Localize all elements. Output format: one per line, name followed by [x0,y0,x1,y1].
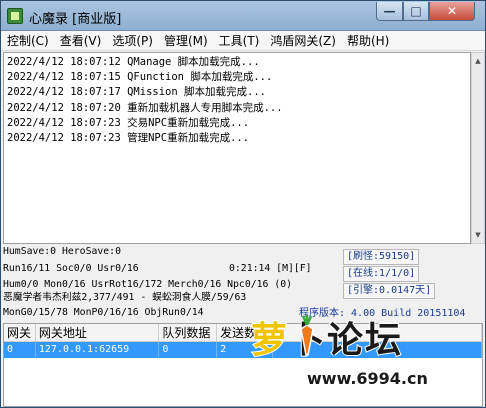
cell-queue: 0 [159,342,218,358]
log-panel[interactable]: 2022/4/12 18:07:12 QManage 脚本加载完成... 202… [3,52,471,244]
menu-gateway[interactable]: 鸿盾网关(Z) [264,31,341,51]
menu-tools[interactable]: 工具(T) [213,31,265,51]
column-gateway[interactable]: 网关 [4,324,36,341]
mong-text: MonG0/15/78 MonP0/16/16 ObjRun0/14 [3,307,204,318]
humsave-text: HumSave:0 HeroSave:0 [3,246,121,257]
online-badge: [在线:1/1/0] [343,266,420,282]
log-line: 2022/4/12 18:07:12 QManage 脚本加载完成... [7,56,260,68]
menu-help[interactable]: 帮助(H) [341,31,394,51]
log-line: 2022/4/12 18:07:15 QFunction 脚本加载完成... [7,71,273,84]
watermark-title-a: 萝 [250,319,290,362]
log-scrollbar[interactable]: ▲ ▼ [471,52,485,244]
menu-bar: 控制(C) 查看(V) 选项(P) 管理(M) 工具(T) 鸿盾网关(Z) 帮助… [1,31,485,51]
cell-gateway: 0 [4,342,36,358]
run-text: Run16/11 Soc0/0 Usr0/16 [3,263,139,274]
monster-text: 恶魔学者韦杰利兹2,377/491 - 蜈蚣洞食人膜/59/63 [3,292,247,303]
engine-badge: [引擎:0.0147天] [343,283,436,299]
watermark-title: 萝卜论坛 [250,311,403,363]
scroll-down-icon[interactable]: ▼ [472,228,484,242]
app-window: 心魔录 [商业版] — □ ✕ 控制(C) 查看(V) 选项(P) 管理(M) … [0,0,486,408]
column-address[interactable]: 网关地址 [36,324,160,341]
carrot-icon [300,315,314,356]
hum-text: Hum0/0 Mon0/16 UsrRot16/172 Merch0/16 Np… [3,279,293,290]
uptime-text: 0:21:14 [M][F] [229,263,312,274]
menu-options[interactable]: 选项(P) [106,31,158,51]
menu-manage[interactable]: 管理(M) [158,31,213,51]
menu-control[interactable]: 控制(C) [1,31,54,51]
title-bar[interactable]: 心魔录 [商业版] — □ ✕ [1,1,485,31]
watermark: 萝卜论坛 www.6994.cn [245,311,485,407]
log-line: 2022/4/12 18:07:20 重新加载机器人专用脚本完成... [7,101,283,114]
cell-address: 127.0.0.1:62659 [36,342,160,358]
maximize-button[interactable]: □ [403,2,429,21]
app-icon [7,8,23,24]
column-queue[interactable]: 队列数据 [159,324,218,341]
watermark-url: www.6994.cn [307,369,428,388]
minimize-button[interactable]: — [376,2,403,21]
log-line: 2022/4/12 18:07:23 交易NPC重新加载完成... [7,116,250,129]
log-line: 2022/4/12 18:07:17 QMission 脚本加载完成... [7,86,266,99]
close-button[interactable]: ✕ [429,2,475,21]
menu-view[interactable]: 查看(V) [54,31,107,51]
refresh-badge: [刷怪:59150] [343,249,420,265]
scroll-up-icon[interactable]: ▲ [472,54,484,68]
window-title: 心魔录 [商业版] [29,12,122,27]
log-line: 2022/4/12 18:07:23 管理NPC重新加载完成... [7,132,250,145]
